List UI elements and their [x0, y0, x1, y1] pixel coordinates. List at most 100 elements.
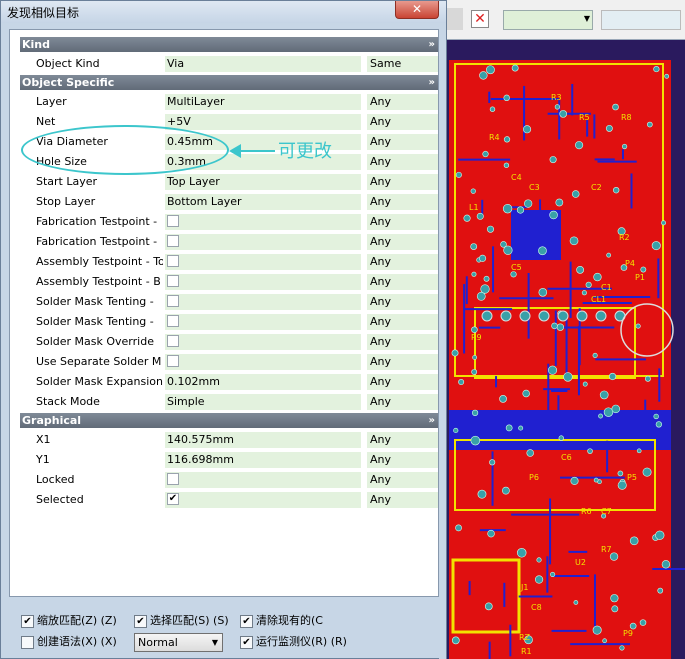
- property-value[interactable]: Bottom Layer: [165, 194, 361, 210]
- compare-mode[interactable]: Any: [367, 214, 438, 230]
- row-y1[interactable]: Y1 116.698mm Any: [20, 450, 438, 470]
- compare-mode[interactable]: Any: [367, 274, 438, 290]
- row-locked[interactable]: Locked Any: [20, 470, 438, 490]
- pcb-pad: [503, 94, 510, 102]
- row-fabrication-testpoint-bottom[interactable]: Fabrication Testpoint - Any: [20, 232, 438, 252]
- property-label: Object Kind: [36, 57, 100, 70]
- row-start-layer[interactable]: Start Layer Top Layer Any: [20, 172, 438, 192]
- filter-combo[interactable]: ▼: [503, 10, 593, 30]
- pcb-pad: [471, 326, 478, 333]
- pcb-pad: [503, 136, 511, 143]
- row-fabrication-testpoint-top[interactable]: Fabrication Testpoint - Any: [20, 212, 438, 232]
- collapse-icon[interactable]: »: [429, 413, 435, 428]
- property-checkbox[interactable]: [167, 255, 179, 267]
- row-assembly-testpoint-bottom[interactable]: Assembly Testpoint - B Any: [20, 272, 438, 292]
- pcb-designator: P9: [623, 629, 633, 638]
- compare-mode[interactable]: Any: [367, 394, 438, 410]
- zoom-matching-checkbox[interactable]: ✔: [21, 615, 34, 628]
- pcb-designator: C1: [601, 283, 612, 292]
- category-graphical[interactable]: Graphical »: [20, 413, 438, 428]
- compare-mode[interactable]: Any: [367, 492, 438, 508]
- pcb-editor[interactable]: ✕ ▼ R3 R5 R4 C4 R8 L1 C3 C2 R2 C5 C1 P4 P1 P5 C6 P6 R6 C7…: [441, 0, 685, 659]
- pcb-pad: [511, 64, 519, 72]
- compare-mode[interactable]: Any: [367, 294, 438, 310]
- row-solder-mask-override[interactable]: Solder Mask Override Any: [20, 332, 438, 352]
- row-selected[interactable]: Selected ✔ Any: [20, 490, 438, 510]
- property-checkbox[interactable]: [167, 275, 179, 287]
- category-kind[interactable]: Kind »: [20, 37, 438, 52]
- create-expression-checkbox[interactable]: [21, 636, 34, 649]
- property-value: [165, 234, 361, 250]
- pcb-designator: R1: [521, 647, 532, 656]
- pcb-designator: R7: [601, 545, 612, 554]
- row-object-kind[interactable]: Object Kind Via Same: [20, 54, 438, 74]
- pcb-pad: [486, 65, 495, 75]
- pcb-pad: [602, 638, 607, 644]
- window-title: 发现相似目标: [7, 6, 80, 20]
- property-value[interactable]: 0.102mm: [165, 374, 361, 390]
- pcb-pad: [582, 381, 588, 387]
- compare-mode[interactable]: Any: [367, 154, 438, 170]
- compare-mode[interactable]: Same: [367, 56, 438, 72]
- run-inspector-checkbox[interactable]: ✔: [240, 636, 253, 649]
- property-value[interactable]: 116.698mm: [165, 452, 361, 468]
- property-value[interactable]: Via: [165, 56, 361, 72]
- collapse-icon[interactable]: »: [429, 37, 435, 52]
- compare-mode[interactable]: Any: [367, 334, 438, 350]
- compare-mode[interactable]: Any: [367, 114, 438, 130]
- property-value[interactable]: MultiLayer: [165, 94, 361, 110]
- property-checkbox[interactable]: [167, 473, 179, 485]
- compare-mode[interactable]: Any: [367, 374, 438, 390]
- compare-mode[interactable]: Any: [367, 452, 438, 468]
- compare-mode[interactable]: Any: [367, 432, 438, 448]
- row-solder-mask-expansion[interactable]: Solder Mask Expansion 0.102mm Any: [20, 372, 438, 392]
- row-stack-mode[interactable]: Stack Mode Simple Any: [20, 392, 438, 412]
- row-layer[interactable]: Layer MultiLayer Any: [20, 92, 438, 112]
- property-checkbox[interactable]: [167, 355, 179, 367]
- property-checkbox[interactable]: [167, 335, 179, 347]
- collapse-icon[interactable]: »: [429, 75, 435, 90]
- clear-existing-checkbox[interactable]: ✔: [240, 615, 253, 628]
- compare-mode[interactable]: Any: [367, 94, 438, 110]
- close-button[interactable]: ✕: [395, 1, 439, 19]
- select-matching-checkbox[interactable]: ✔: [134, 615, 147, 628]
- selected-checkbox[interactable]: ✔: [167, 493, 179, 505]
- property-value: [165, 472, 361, 488]
- compare-mode[interactable]: Any: [367, 174, 438, 190]
- compare-mode[interactable]: Any: [367, 194, 438, 210]
- property-value[interactable]: Simple: [165, 394, 361, 410]
- compare-mode[interactable]: Any: [367, 472, 438, 488]
- property-checkbox[interactable]: [167, 215, 179, 227]
- property-value[interactable]: +5V: [165, 114, 361, 130]
- property-value[interactable]: Top Layer: [165, 174, 361, 190]
- pcb-pad: [500, 310, 512, 322]
- pcb-pad: [451, 349, 459, 357]
- property-label: Assembly Testpoint - To: [36, 255, 163, 268]
- category-object-specific[interactable]: Object Specific »: [20, 75, 438, 90]
- row-x1[interactable]: X1 140.575mm Any: [20, 430, 438, 450]
- compare-mode[interactable]: Any: [367, 354, 438, 370]
- row-assembly-testpoint-top[interactable]: Assembly Testpoint - To Any: [20, 252, 438, 272]
- property-checkbox[interactable]: [167, 315, 179, 327]
- property-checkbox[interactable]: [167, 235, 179, 247]
- row-stop-layer[interactable]: Stop Layer Bottom Layer Any: [20, 192, 438, 212]
- compare-mode[interactable]: Any: [367, 254, 438, 270]
- row-solder-mask-tenting-bottom[interactable]: Solder Mask Tenting - Any: [20, 312, 438, 332]
- title-bar[interactable]: 发现相似目标 ✕: [1, 1, 446, 23]
- row-solder-mask-tenting-top[interactable]: Solder Mask Tenting - Any: [20, 292, 438, 312]
- pcb-canvas[interactable]: R3 R5 R4 C4 R8 L1 C3 C2 R2 C5 C1 P4P1 P5 C6 P6 R6 C7 R7 U2…: [441, 40, 685, 659]
- toolbar-field[interactable]: [601, 10, 681, 30]
- property-checkbox[interactable]: [167, 295, 179, 307]
- compare-mode[interactable]: Any: [367, 314, 438, 330]
- property-label: Stack Mode: [36, 395, 100, 408]
- mode-select[interactable]: Normal ▼: [134, 633, 223, 652]
- property-value[interactable]: 140.575mm: [165, 432, 361, 448]
- compare-mode[interactable]: Any: [367, 134, 438, 150]
- clear-filter-icon[interactable]: ✕: [471, 10, 489, 28]
- pcb-pad: [516, 206, 525, 214]
- clear-existing-label: 清除现有的(C: [256, 614, 323, 627]
- pcb-designator: C5: [511, 263, 522, 272]
- compare-mode[interactable]: Any: [367, 234, 438, 250]
- pcb-pad: [470, 435, 481, 446]
- row-use-separate-solder-mask[interactable]: Use Separate Solder M Any: [20, 352, 438, 372]
